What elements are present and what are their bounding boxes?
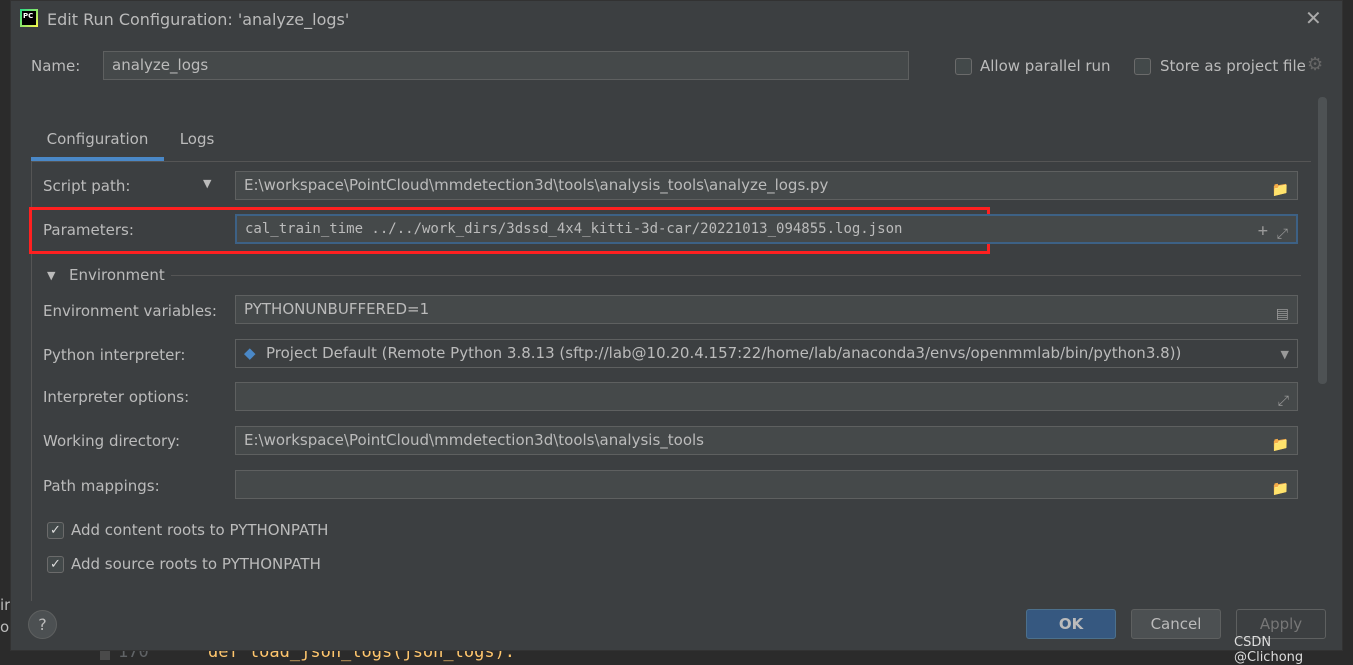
parameters-input[interactable]: cal_train_time ../../work_dirs/3dssd_4x4… bbox=[235, 214, 1298, 244]
cancel-button[interactable]: Cancel bbox=[1131, 609, 1221, 639]
interpreter-options-input[interactable]: ⤢ bbox=[235, 382, 1298, 411]
path-mappings-label: Path mappings: bbox=[43, 477, 160, 495]
allow-parallel-run-label: Allow parallel run bbox=[980, 57, 1111, 75]
close-icon[interactable]: ✕ bbox=[1305, 6, 1322, 30]
interpreter-options-label: Interpreter options: bbox=[43, 388, 190, 406]
expand-icon[interactable]: ⤢ bbox=[1278, 388, 1289, 410]
store-as-project-file-label: Store as project file bbox=[1160, 57, 1306, 75]
name-input[interactable]: analyze_logs bbox=[103, 51, 909, 80]
python-interpreter-label: Python interpreter: bbox=[43, 346, 186, 364]
watermark: CSDN @Clichong bbox=[1234, 635, 1304, 665]
folder-icon[interactable]: 📁 bbox=[1272, 177, 1289, 199]
help-button[interactable]: ? bbox=[28, 610, 57, 639]
source-roots-label: Add source roots to PYTHONPATH bbox=[71, 555, 321, 573]
allow-parallel-run-checkbox[interactable] bbox=[955, 58, 972, 75]
chevron-down-icon[interactable]: ▼ bbox=[1281, 341, 1289, 367]
content-roots-label: Add content roots to PYTHONPATH bbox=[71, 521, 329, 539]
environment-variables-label: Environment variables: bbox=[43, 302, 217, 320]
folder-icon[interactable]: 📁 bbox=[1272, 476, 1289, 498]
script-path-label: Script path: bbox=[43, 177, 131, 195]
collapse-icon[interactable]: ▼ bbox=[47, 269, 55, 282]
background-fragment: ir bbox=[0, 596, 11, 614]
path-mappings-input[interactable]: 📁 bbox=[235, 470, 1298, 499]
store-as-project-file-checkbox[interactable] bbox=[1134, 58, 1151, 75]
expand-icon[interactable]: ⤢ bbox=[1277, 221, 1288, 242]
ok-button[interactable]: OK bbox=[1026, 609, 1116, 639]
environment-section-header[interactable]: Environment bbox=[69, 266, 165, 284]
python-icon: ◆ bbox=[244, 344, 256, 362]
script-path-input[interactable]: E:\workspace\PointCloud\mmdetection3d\to… bbox=[235, 171, 1298, 200]
parameters-label: Parameters: bbox=[43, 221, 134, 239]
content-roots-checkbox[interactable]: ✓ bbox=[47, 522, 64, 539]
name-label: Name: bbox=[31, 57, 81, 75]
scrollbar[interactable] bbox=[1318, 97, 1327, 384]
editor-gutter-marker bbox=[100, 651, 110, 660]
working-directory-input[interactable]: E:\workspace\PointCloud\mmdetection3d\to… bbox=[235, 426, 1298, 455]
source-roots-checkbox[interactable]: ✓ bbox=[47, 556, 64, 573]
tab-logs[interactable]: Logs bbox=[164, 119, 230, 161]
gear-icon[interactable]: ⚙ bbox=[1307, 54, 1323, 75]
tab-configuration[interactable]: Configuration bbox=[31, 119, 164, 161]
document-icon[interactable]: ▤ bbox=[1276, 301, 1289, 323]
pycharm-icon: PC bbox=[20, 9, 38, 27]
working-directory-label: Working directory: bbox=[43, 432, 181, 450]
python-interpreter-select[interactable]: ◆ Project Default (Remote Python 3.8.13 (… bbox=[235, 339, 1298, 368]
folder-icon[interactable]: 📁 bbox=[1272, 432, 1289, 454]
divider bbox=[171, 275, 1301, 276]
run-configuration-dialog: PC Edit Run Configuration: 'analyze_logs… bbox=[10, 0, 1343, 665]
plus-icon[interactable]: + bbox=[1258, 218, 1268, 242]
environment-variables-input[interactable]: PYTHONUNBUFFERED=1 ▤ bbox=[235, 295, 1298, 324]
chevron-down-icon[interactable]: ▼ bbox=[203, 177, 211, 190]
dialog-title: Edit Run Configuration: 'analyze_logs' bbox=[47, 10, 350, 29]
